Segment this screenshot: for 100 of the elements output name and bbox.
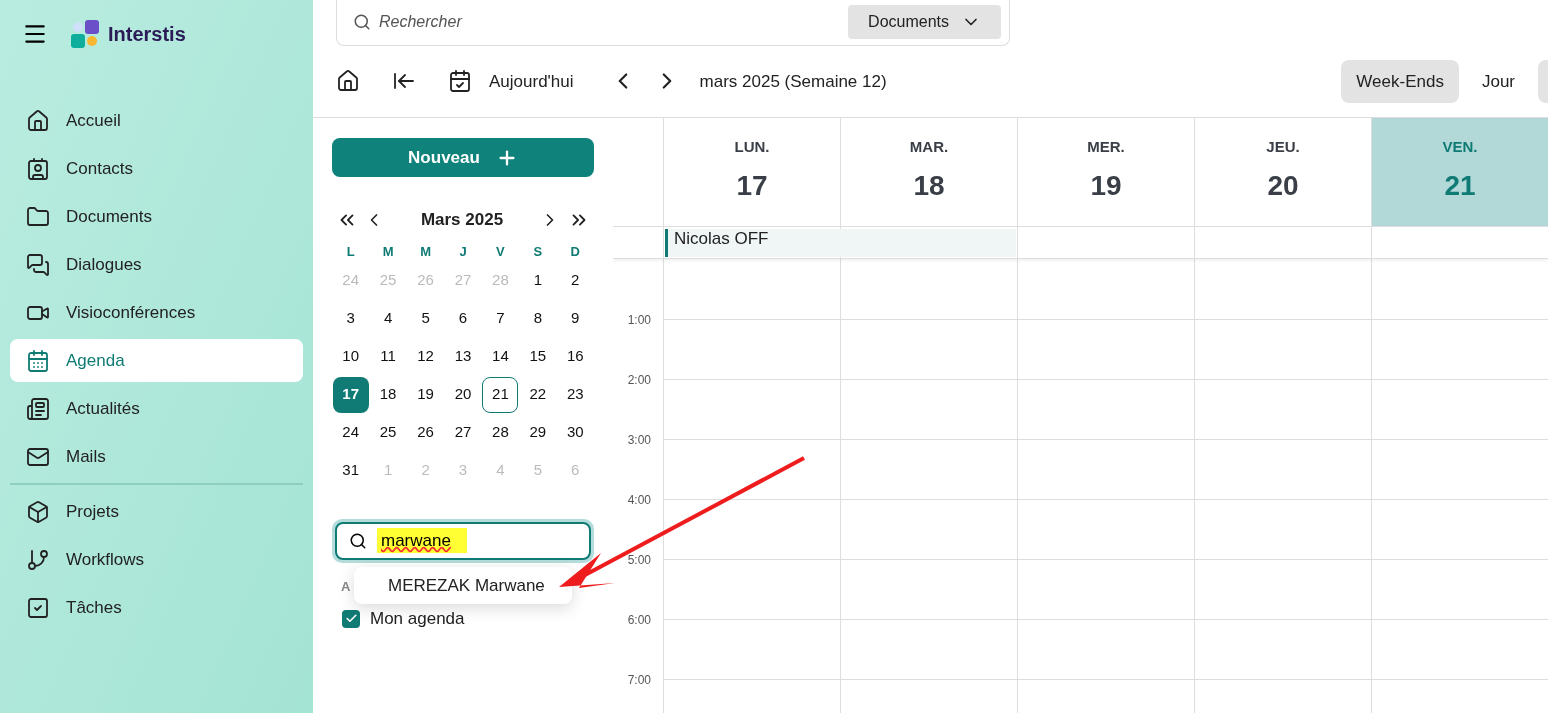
nav-item[interactable]: Workflows [10, 538, 303, 581]
day-cell[interactable]: 7 [482, 300, 519, 337]
checkbox[interactable] [342, 609, 360, 628]
weekday-label: JEU. [1266, 137, 1300, 158]
nav-item[interactable]: Documents [10, 195, 303, 238]
logo-icon [70, 19, 100, 49]
checkbox-icon [26, 595, 50, 620]
search-icon [353, 13, 371, 32]
nav-item[interactable]: Projets [10, 490, 303, 533]
day-cell[interactable]: 11 [370, 338, 407, 375]
day-cell[interactable]: 13 [445, 338, 481, 375]
hour-label: 3:00 [627, 432, 651, 449]
weekday-label: MER. [1087, 137, 1125, 158]
day-cell[interactable]: 20 [445, 376, 481, 413]
day-cell[interactable]: 10 [332, 338, 369, 375]
day-cell[interactable]: 15 [519, 338, 556, 375]
weekday-label: M [419, 242, 432, 261]
hour-label: 2:00 [627, 372, 651, 389]
weekday-label: L [345, 242, 356, 261]
day-number: 18 [913, 168, 945, 203]
day-cell[interactable]: 2 [557, 262, 594, 299]
day-number: 19 [1090, 168, 1122, 203]
new-button[interactable]: Nouveau [332, 138, 594, 177]
hour-label: 5:00 [627, 552, 651, 569]
search-input[interactable]: Rechercher [379, 10, 841, 35]
agenda-label: Mon agenda [370, 608, 465, 630]
nav-item[interactable]: Contacts [10, 147, 303, 190]
nav-item[interactable]: Accueil [10, 99, 303, 142]
hour-label: 4:00 [627, 492, 651, 509]
time-slot[interactable] [663, 499, 840, 559]
hour-label: 7:00 [627, 672, 651, 689]
day-cell[interactable]: 16 [557, 338, 594, 375]
day-header[interactable]: MER. 19 [1017, 118, 1194, 226]
chat-bubbles-icon [26, 252, 50, 277]
day-cell[interactable]: 5 [407, 300, 444, 337]
day-cell[interactable]: 4 [370, 300, 407, 337]
day-cell[interactable]: 17 [332, 376, 369, 413]
day-header[interactable]: LUN. 17 [663, 118, 840, 226]
day-cell[interactable]: 22 [519, 376, 556, 413]
day-number: 20 [1267, 168, 1299, 203]
branch-icon [26, 547, 50, 572]
weekday-label: MAR. [909, 137, 949, 158]
day-cell[interactable]: 3 [332, 300, 369, 337]
day-cell[interactable]: 1 [519, 262, 556, 299]
cube-icon [26, 499, 50, 524]
hour-label: 6:00 [627, 612, 651, 629]
view-button[interactable]: Jour [1466, 59, 1530, 103]
day-cell[interactable]: 28 [482, 414, 519, 451]
section-heading: A [341, 577, 351, 596]
day-cell[interactable]: 8 [519, 300, 556, 337]
calendar-check-icon[interactable] [448, 69, 472, 94]
day-cell[interactable]: 21 [482, 376, 519, 413]
day-cell[interactable]: 24 [332, 414, 369, 451]
period-title: mars 2025 (Semaine 12) [699, 70, 887, 93]
view-button[interactable]: Week-Ends [1341, 59, 1459, 103]
day-number: 21 [1444, 168, 1476, 203]
contact-book-icon [26, 156, 50, 181]
folder-icon [26, 204, 50, 229]
people-search-input[interactable]: marwane [377, 527, 467, 554]
day-cell[interactable]: 18 [370, 376, 407, 413]
home-icon[interactable] [336, 69, 360, 94]
day-cell[interactable]: 29 [519, 414, 556, 451]
nav-item[interactable]: Tâches [10, 586, 303, 629]
time-slot[interactable] [663, 439, 840, 499]
weekday-label: VEN. [1442, 137, 1478, 158]
day-cell[interactable]: 14 [482, 338, 519, 375]
day-cell[interactable]: 9 [557, 300, 594, 337]
day-header[interactable]: MAR. 18 [840, 118, 1017, 226]
day-cell[interactable]: 25 [370, 414, 407, 451]
day-cell[interactable]: 6 [445, 300, 481, 337]
nav-item[interactable]: Visioconférences [10, 291, 303, 334]
weekday-label: D [569, 242, 581, 261]
weekday-label: V [495, 242, 506, 261]
day-cell[interactable]: 26 [407, 414, 444, 451]
event[interactable]: Nicolas OFF [665, 229, 1016, 257]
day-cell[interactable]: 19 [407, 376, 444, 413]
people-search-field[interactable]: marwane [335, 521, 591, 560]
search-field[interactable]: Rechercher Documents [336, 0, 1010, 46]
day-cell[interactable]: 31 [332, 452, 369, 489]
nav-item[interactable]: Dialogues [10, 243, 303, 286]
weekday-label: S [532, 242, 544, 261]
calendar-icon [26, 348, 50, 373]
day-cell[interactable]: 23 [557, 376, 594, 413]
weekday-label: LUN. [734, 137, 770, 158]
day-cell[interactable]: 30 [557, 414, 594, 451]
day-cell[interactable]: 27 [445, 414, 481, 451]
weekday-label: J [458, 242, 468, 261]
suggestion-item[interactable]: MEREZAK Marwane [354, 573, 572, 598]
app-name: Interstis [108, 22, 186, 47]
month-title: Mars 2025 [419, 209, 505, 231]
day-cell[interactable]: 12 [407, 338, 444, 375]
nav-item[interactable]: Actualités [10, 387, 303, 430]
hour-label: 1:00 [627, 312, 651, 329]
home-icon [26, 108, 50, 133]
today-button[interactable]: Aujourd'hui [489, 68, 574, 95]
newspaper-icon [26, 396, 50, 421]
nav-item[interactable]: Mails [10, 435, 303, 478]
nav-item[interactable]: Agenda [10, 339, 303, 382]
day-number: 17 [736, 168, 768, 203]
scope-dropdown[interactable]: Documents [848, 5, 1001, 40]
